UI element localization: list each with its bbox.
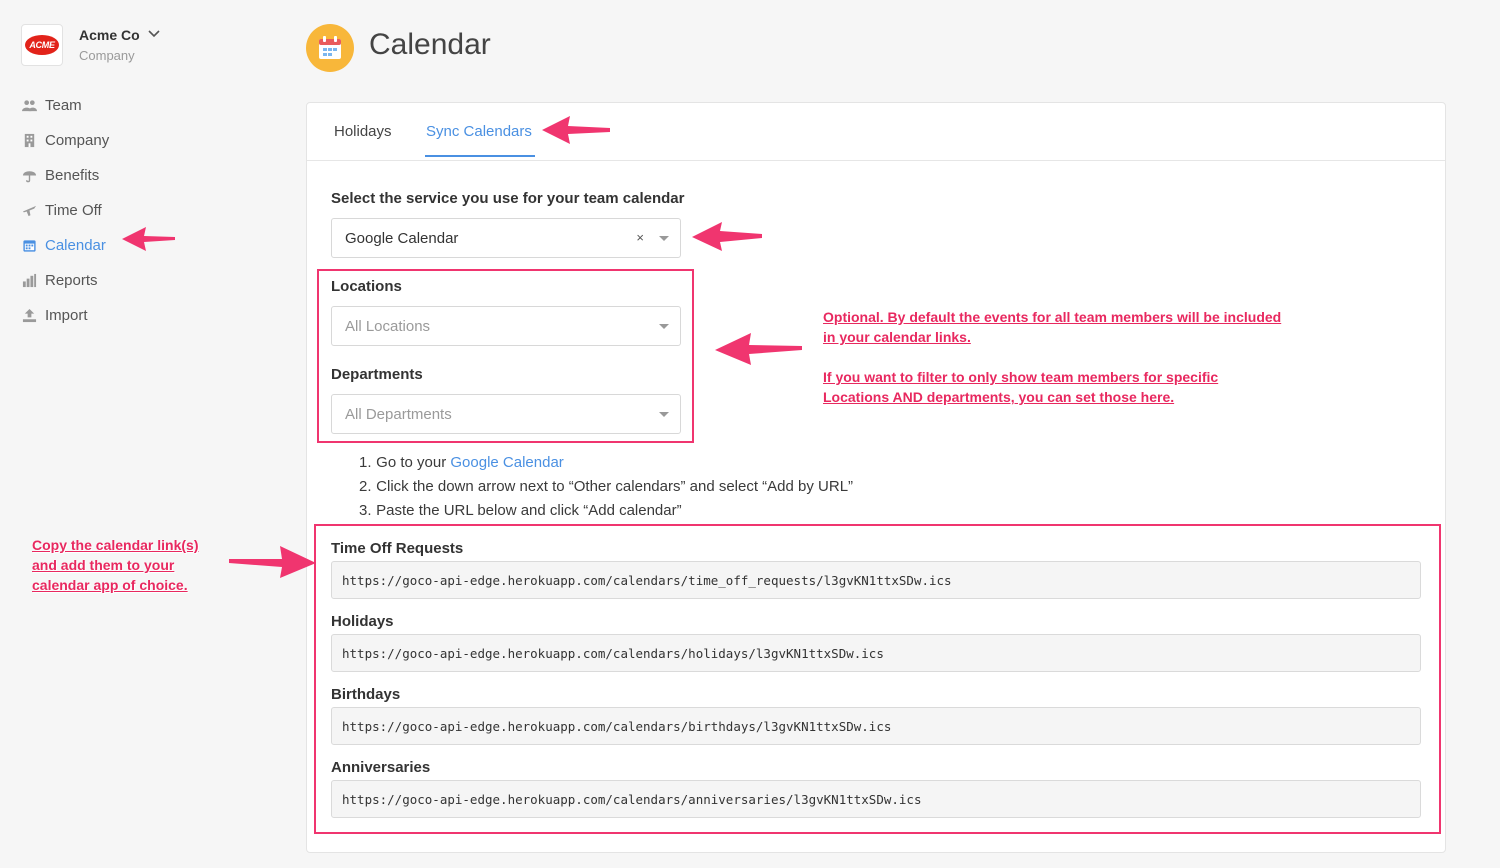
sidebar-item-label: Team bbox=[45, 97, 82, 114]
building-icon bbox=[21, 133, 37, 149]
company-name: Acme Co bbox=[79, 27, 140, 43]
sidebar-item-reports[interactable]: Reports bbox=[21, 263, 109, 298]
copy-annotation: Copy the calendar link(s) and add them t… bbox=[32, 537, 199, 593]
plane-icon bbox=[21, 203, 37, 219]
chevron-down-icon[interactable] bbox=[148, 29, 160, 41]
instruction-step: 2. Click the down arrow next to “Other c… bbox=[359, 478, 854, 495]
feeds-highlight-box bbox=[314, 524, 1441, 834]
tab-bar: Holidays Sync Calendars bbox=[307, 103, 1445, 161]
service-select[interactable]: Google Calendar × bbox=[331, 218, 681, 258]
sidebar-item-label: Benefits bbox=[45, 167, 100, 184]
arrow-icon bbox=[122, 227, 175, 251]
google-calendar-link[interactable]: Google Calendar bbox=[450, 454, 563, 471]
sidebar-nav: Team Company Benefits Time Off Calendar … bbox=[21, 88, 109, 333]
company-subtitle: Company bbox=[79, 48, 135, 63]
arrow-icon bbox=[715, 333, 802, 365]
sidebar-item-import[interactable]: Import bbox=[21, 298, 109, 333]
instruction-step: 3. Paste the URL below and click “Add ca… bbox=[359, 502, 682, 519]
arrow-icon bbox=[229, 546, 316, 578]
calendar-icon bbox=[21, 238, 37, 254]
acme-logo-text: ACME bbox=[25, 35, 59, 55]
instruction-step: 1. Go to your Google Calendar bbox=[359, 454, 564, 471]
sidebar-item-company[interactable]: Company bbox=[21, 123, 109, 158]
company-logo: ACME bbox=[21, 24, 63, 66]
arrow-icon bbox=[542, 116, 610, 144]
sidebar-item-time-off[interactable]: Time Off bbox=[21, 193, 109, 228]
umbrella-icon bbox=[21, 168, 37, 184]
arrow-icon bbox=[692, 222, 762, 251]
sidebar-item-label: Company bbox=[45, 132, 110, 149]
team-icon bbox=[21, 98, 37, 114]
bar-chart-icon bbox=[21, 273, 37, 289]
company-switcher[interactable]: ACME Acme Co Company bbox=[21, 24, 160, 66]
service-label: Select the service you use for your team… bbox=[331, 190, 685, 207]
optional-annotation: Optional. By default the events for all … bbox=[823, 309, 1282, 405]
page-title: Calendar bbox=[369, 28, 491, 61]
tab-holidays[interactable]: Holidays bbox=[334, 123, 392, 155]
filters-highlight-box bbox=[317, 269, 694, 443]
sidebar-item-label: Import bbox=[45, 307, 88, 324]
caret-down-icon[interactable] bbox=[659, 236, 669, 241]
sidebar-item-benefits[interactable]: Benefits bbox=[21, 158, 109, 193]
clear-icon[interactable]: × bbox=[636, 230, 644, 245]
instructions-list: 1. Go to your Google Calendar 2. Click t… bbox=[359, 451, 853, 523]
sidebar-item-label: Reports bbox=[45, 272, 98, 289]
calendar-icon bbox=[306, 24, 354, 72]
service-select-value: Google Calendar bbox=[345, 229, 459, 247]
tab-sync-calendars[interactable]: Sync Calendars bbox=[425, 123, 535, 157]
sidebar-item-team[interactable]: Team bbox=[21, 88, 109, 123]
sidebar-item-calendar[interactable]: Calendar bbox=[21, 228, 109, 263]
sidebar-item-label: Time Off bbox=[45, 202, 102, 219]
sidebar-item-label: Calendar bbox=[45, 237, 106, 254]
upload-icon bbox=[21, 308, 37, 324]
